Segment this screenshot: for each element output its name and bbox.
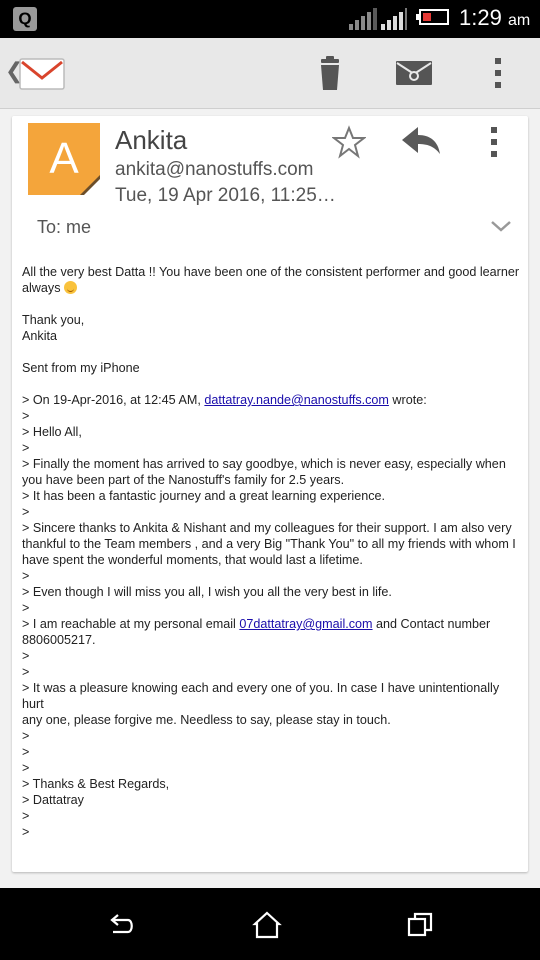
quote-marker: >	[22, 569, 30, 583]
message-overflow-icon[interactable]	[484, 124, 504, 160]
body-line: > Thanks & Best Regards,	[22, 777, 170, 791]
reply-icon[interactable]	[400, 124, 442, 158]
home-icon[interactable]	[252, 910, 282, 940]
body-line: > I am reachable at my personal email 07…	[22, 616, 522, 632]
clock-time: 1:29	[459, 5, 502, 30]
body-line: > It was a pleasure knowing each and eve…	[22, 681, 500, 711]
body-line: you have been part of the Nanostuff's fa…	[22, 473, 345, 487]
battery-level	[423, 13, 431, 21]
body-line: have spent the wonderful moments, that w…	[22, 553, 363, 567]
message-body: All the very best Datta !! You have been…	[22, 264, 522, 840]
navigation-bar	[0, 888, 540, 960]
star-icon[interactable]	[332, 125, 366, 159]
quote-header: > On 19-Apr-2016, at 12:45 AM, dattatray…	[22, 392, 522, 408]
body-line: Thank you,	[22, 313, 85, 327]
delete-icon[interactable]	[309, 52, 351, 94]
overflow-menu-icon[interactable]	[477, 52, 519, 94]
quote-marker: >	[22, 441, 30, 455]
chevron-down-icon[interactable]	[490, 218, 512, 234]
quote-marker: >	[22, 825, 30, 839]
email-link[interactable]: dattatray.nande@nanostuffs.com	[204, 393, 389, 407]
body-line: any one, please forgive me. Needless to …	[22, 713, 391, 727]
recipients-line[interactable]: To: me	[37, 217, 91, 238]
clock: 1:29 am	[459, 5, 530, 31]
sent-date: Tue, 19 Apr 2016, 11:25…	[115, 185, 336, 206]
quote-marker: >	[22, 745, 30, 759]
body-text: > I am reachable at my personal email	[22, 617, 240, 631]
action-bar: ❮	[0, 38, 540, 109]
email-link[interactable]: 07dattatray@gmail.com	[239, 617, 372, 631]
avatar[interactable]: A	[28, 123, 100, 195]
quote-marker: >	[22, 809, 30, 823]
clock-ampm: am	[507, 12, 531, 29]
body-line: > Even though I will miss you all, I wis…	[22, 585, 392, 599]
sender-name: Ankita	[115, 125, 188, 155]
notification-app-icon: Q	[13, 7, 37, 31]
recents-icon[interactable]	[405, 910, 435, 940]
body-line: > It has been a fantastic journey and a …	[22, 489, 386, 503]
body-line: Ankita	[22, 329, 58, 343]
signal-strength-icon	[349, 8, 377, 30]
body-line: always	[22, 280, 522, 296]
body-text: > On 19-Apr-2016, at 12:45 AM,	[22, 393, 205, 407]
gmail-envelope-icon[interactable]	[19, 58, 65, 90]
body-line: Sent from my iPhone	[22, 361, 140, 375]
quote-marker: >	[22, 409, 30, 423]
battery-icon	[416, 9, 449, 25]
body-line: > Finally the moment has arrived to say …	[22, 457, 506, 471]
body-line: > Dattatray	[22, 793, 84, 807]
body-line: > Sincere thanks to Ankita & Nishant and…	[22, 521, 512, 535]
quote-marker: >	[22, 649, 30, 663]
status-bar: Q 1:29 am	[0, 0, 540, 38]
smiley-emoji-icon	[64, 281, 77, 294]
body-line: > Hello All,	[22, 425, 82, 439]
mark-unread-icon[interactable]	[393, 52, 435, 94]
quote-marker: >	[22, 505, 30, 519]
contact-badge-corner-icon	[80, 175, 100, 195]
quote-marker: >	[22, 729, 30, 743]
signal-strength-icon-2	[381, 8, 407, 30]
back-icon[interactable]	[106, 910, 136, 940]
body-text: and Contact number	[372, 617, 491, 631]
body-text: always	[22, 281, 61, 295]
body-line: All the very best Datta !! You have been…	[22, 265, 520, 279]
quote-marker: >	[22, 665, 30, 679]
body-line: 8806005217.	[22, 633, 96, 647]
body-text: wrote:	[388, 393, 427, 407]
body-line: thankful to the Team members , and a ver…	[22, 537, 516, 551]
sender-email: ankita@nanostuffs.com	[115, 159, 314, 180]
message-card: A Ankita ankita@nanostuffs.com Tue, 19 A…	[12, 116, 528, 872]
quote-marker: >	[22, 761, 30, 775]
quote-marker: >	[22, 601, 30, 615]
